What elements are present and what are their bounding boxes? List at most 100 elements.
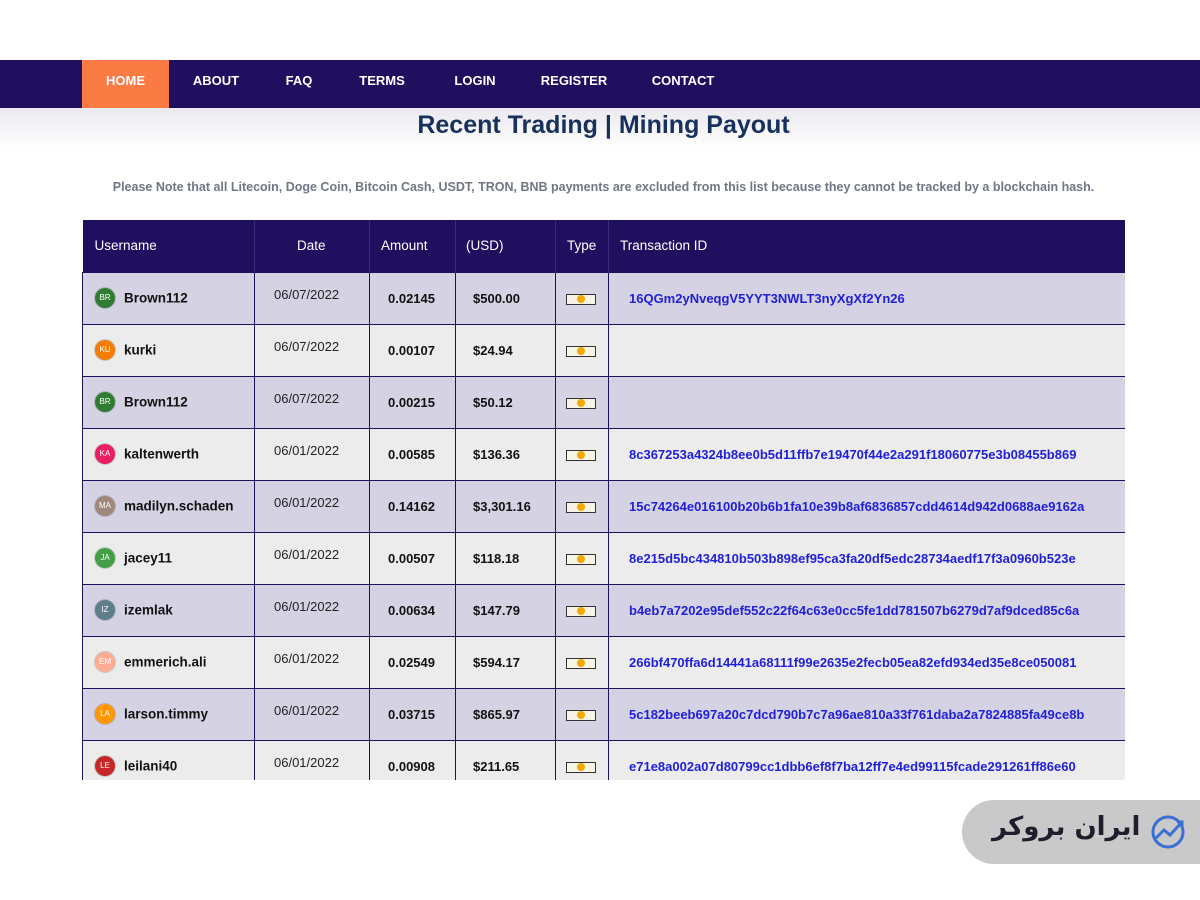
table-row: KA kaltenwerth 06/01/2022 0.00585 $136.36 8c3…	[82, 427, 1125, 480]
bitcoin-icon	[566, 709, 596, 721]
transaction-id-link[interactable]: 15c74264e016100b20b6b1fa10e39b8af6836857…	[608, 479, 1125, 532]
table-row: BR Brown112 06/07/2022 0.02145 $500.00 16QGm2…	[82, 271, 1125, 324]
usd-cell: $24.94	[455, 323, 556, 376]
avatar: KA	[95, 444, 115, 464]
table-row: EM emmerich.ali 06/01/2022 0.02549 $594.17 26…	[82, 635, 1125, 688]
payout-table-container: Username Date Amount (USD) Type Transact…	[82, 220, 1125, 780]
bitcoin-icon	[566, 345, 596, 357]
amount-cell: 0.03715	[369, 687, 456, 740]
username: madilyn.schaden	[124, 498, 234, 514]
bitcoin-icon	[566, 293, 596, 305]
bitcoin-icon	[566, 605, 596, 617]
header-username: Username	[94, 238, 157, 254]
bitcoin-icon	[566, 761, 596, 773]
transaction-id-link[interactable]: 5c182beeb697a20c7dcd790b7c7a96ae810a33f7…	[608, 687, 1125, 740]
bitcoin-icon	[566, 501, 596, 513]
transaction-id-link[interactable]: 8e215d5bc434810b503b898ef95ca3fa20df5edc…	[608, 531, 1125, 584]
payout-table: Username Date Amount (USD) Type Transact…	[82, 220, 1125, 780]
nav-contact[interactable]: CONTACT	[640, 60, 726, 108]
date-cell: 06/07/2022	[254, 271, 370, 324]
header-transaction-id: Transaction ID	[608, 220, 1125, 272]
amount-cell: 0.02549	[369, 635, 456, 688]
type-cell	[555, 531, 609, 584]
table-row: LA larson.timmy 06/01/2022 0.03715 $865.97 5c…	[82, 687, 1125, 740]
transaction-id-link[interactable]	[608, 375, 1125, 428]
usd-cell: $118.18	[455, 531, 556, 584]
username-cell: KU kurki	[82, 323, 255, 376]
transaction-id-link[interactable]: e71e8a002a07d80799cc1dbb6ef8f7ba12ff7e4e…	[608, 739, 1125, 780]
table-row: MA madilyn.schaden 06/01/2022 0.14162 $3,301…	[82, 479, 1125, 532]
date-cell: 06/07/2022	[254, 323, 370, 376]
username: kurki	[124, 342, 157, 358]
username: kaltenwerth	[124, 446, 200, 462]
date-cell: 06/07/2022	[254, 375, 370, 428]
date-cell: 06/01/2022	[254, 427, 370, 480]
type-cell	[555, 479, 609, 532]
type-cell	[555, 635, 609, 688]
username: Brown112	[124, 290, 188, 306]
usd-cell: $50.12	[455, 375, 556, 428]
header-amount: Amount	[369, 220, 456, 272]
bitcoin-icon	[566, 553, 596, 565]
transaction-id-link[interactable]	[608, 323, 1125, 376]
nav-about[interactable]: ABOUT	[176, 60, 256, 108]
avatar: IZ	[95, 600, 115, 620]
avatar: LE	[95, 756, 115, 777]
amount-cell: 0.00634	[369, 583, 456, 636]
table-row: KU kurki 06/07/2022 0.00107 $24.94	[82, 323, 1125, 376]
avatar: JA	[95, 548, 115, 568]
bitcoin-icon	[566, 657, 596, 669]
type-cell	[555, 427, 609, 480]
date-cell: 06/01/2022	[254, 531, 370, 584]
username-cell: JA jacey11	[82, 531, 255, 584]
username-cell: EM emmerich.ali	[82, 635, 255, 688]
username: jacey11	[124, 550, 173, 566]
usd-cell: $211.65	[455, 739, 556, 780]
amount-cell: 0.14162	[369, 479, 456, 532]
type-cell	[555, 271, 609, 324]
nav-terms[interactable]: TERMS	[348, 60, 416, 108]
amount-cell: 0.02145	[369, 271, 456, 324]
transaction-id-link[interactable]: 266bf470ffa6d14441a68111f99e2635e2fecb05…	[608, 635, 1125, 688]
username-cell: BR Brown112	[82, 375, 255, 428]
date-cell: 06/01/2022	[254, 583, 370, 636]
transaction-id-link[interactable]: b4eb7a7202e95def552c22f64c63e0cc5fe1dd78…	[608, 583, 1125, 636]
transaction-id-link[interactable]: 16QGm2yNveqgV5YYT3NWLT3nyXgXf2Yn26	[608, 271, 1125, 324]
type-cell	[555, 583, 609, 636]
username: izemlak	[124, 602, 173, 618]
exclusion-notice: Please Note that all Litecoin, Doge Coin…	[112, 180, 1095, 194]
nav-home[interactable]: HOME	[82, 60, 169, 108]
header-type: Type	[555, 220, 609, 272]
usd-cell: $500.00	[455, 271, 556, 324]
date-cell: 06/01/2022	[254, 479, 370, 532]
avatar: MA	[95, 496, 115, 516]
type-cell	[555, 323, 609, 376]
amount-cell: 0.00107	[369, 323, 456, 376]
date-cell: 06/01/2022	[254, 635, 370, 688]
usd-cell: $3,301.16	[455, 479, 556, 532]
avatar: EM	[95, 652, 115, 672]
amount-cell: 0.00585	[369, 427, 456, 480]
table-header-row: Username Date Amount (USD) Type Transact…	[82, 220, 1125, 272]
top-navbar: HOME ABOUT FAQ TERMS LOGIN REGISTER CONT…	[0, 60, 1200, 108]
usd-cell: $865.97	[455, 687, 556, 740]
usd-cell: $136.36	[455, 427, 556, 480]
username-cell: MA madilyn.schaden	[82, 479, 255, 532]
table-row: IZ izemlak 06/01/2022 0.00634 $147.79 b4eb7a7…	[82, 583, 1125, 636]
table-row: LE leilani40 06/01/2022 0.00908 $211.65 e71e8…	[82, 739, 1125, 780]
type-cell	[555, 375, 609, 428]
nav-faq[interactable]: FAQ	[270, 60, 328, 108]
avatar: LA	[95, 704, 115, 724]
date-cell: 06/01/2022	[254, 687, 370, 740]
username-cell: LE leilani40	[82, 739, 255, 780]
username: Brown112	[124, 394, 188, 410]
avatar: BR	[95, 392, 115, 412]
username: leilani40	[124, 758, 178, 774]
usd-cell: $594.17	[455, 635, 556, 688]
usd-cell: $147.79	[455, 583, 556, 636]
nav-login[interactable]: LOGIN	[442, 60, 508, 108]
page-title: Recent Trading | Mining Payout	[417, 111, 790, 139]
avatar: BR	[95, 288, 115, 308]
transaction-id-link[interactable]: 8c367253a4324b8ee0b5d11ffb7e19470f44e2a2…	[608, 427, 1125, 480]
nav-register[interactable]: REGISTER	[532, 60, 616, 108]
